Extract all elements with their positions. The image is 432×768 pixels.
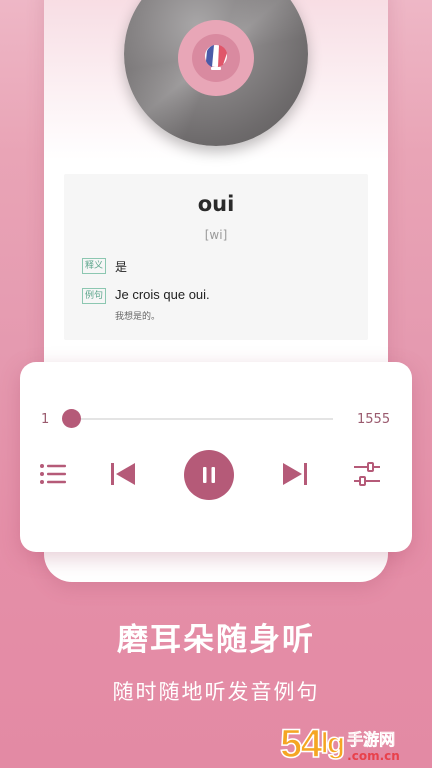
equalizer-icon bbox=[354, 462, 380, 486]
next-icon bbox=[283, 463, 307, 485]
headline: 磨耳朵随身听 bbox=[117, 622, 315, 658]
site-watermark: 54 lg 手游网 .com.cn bbox=[279, 712, 428, 767]
previous-button[interactable] bbox=[110, 461, 136, 487]
audio-player: 1 1555 bbox=[20, 362, 412, 552]
french-flag-bulb-icon bbox=[192, 34, 240, 82]
record-label bbox=[178, 20, 254, 96]
next-button[interactable] bbox=[282, 461, 308, 487]
pause-button[interactable] bbox=[184, 450, 234, 500]
position-end: 1555 bbox=[357, 412, 391, 427]
meaning-text: 是 bbox=[115, 260, 128, 274]
pause-icon bbox=[203, 467, 215, 483]
subline: 随时随地听发音例句 bbox=[112, 680, 320, 704]
watermark-number: 54 bbox=[279, 721, 323, 767]
equalizer-button[interactable] bbox=[353, 461, 381, 487]
example-translation: 我想是的。 bbox=[115, 312, 161, 322]
word-card: oui [wi] 释义 是 例句 Je crois que oui. 我想是的。 bbox=[64, 174, 368, 340]
example-sentence: Je crois que oui. bbox=[115, 287, 210, 302]
playlist-button[interactable] bbox=[38, 461, 68, 487]
word-title: oui bbox=[197, 192, 235, 216]
playlist-icon bbox=[40, 464, 66, 484]
phonetic: [wi] bbox=[204, 228, 228, 242]
watermark-cn: 手游网 bbox=[347, 730, 396, 750]
meaning-tag: 释义 bbox=[82, 258, 107, 274]
watermark-domain: .com.cn bbox=[347, 749, 400, 763]
progress-track[interactable] bbox=[72, 418, 333, 420]
position-start: 1 bbox=[41, 412, 50, 427]
example-tag: 例句 bbox=[82, 288, 107, 304]
previous-icon bbox=[111, 463, 135, 485]
watermark-extra: lg bbox=[320, 726, 346, 761]
progress-knob[interactable] bbox=[62, 409, 81, 428]
